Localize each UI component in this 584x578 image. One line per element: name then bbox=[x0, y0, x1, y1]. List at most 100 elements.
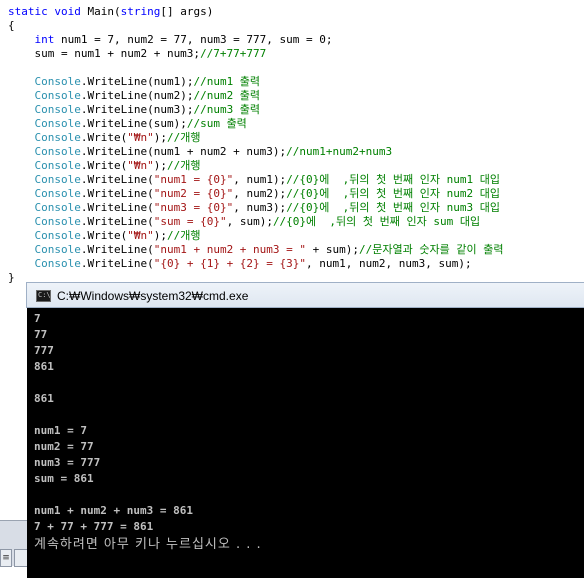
code-token: .Write( bbox=[80, 131, 128, 144]
code-token: num1 = 7, num2 = 77, num3 = 777, sum = 0… bbox=[54, 33, 333, 46]
code-token: .WriteLine( bbox=[80, 215, 154, 228]
code-token: Console bbox=[34, 145, 81, 158]
code-token: [] args) bbox=[160, 5, 214, 18]
cmd-window[interactable]: C:\ C:₩Windows₩system32₩cmd.exe 7 77 777 86… bbox=[26, 282, 584, 578]
code-token: , num3); bbox=[233, 201, 287, 214]
code-token: "{0} + {1} + {2} = {3}" bbox=[153, 257, 307, 270]
console-prompt: 계속하려면 아무 키나 누르십시오 . . . bbox=[34, 537, 262, 552]
code-token: "num1 + num2 + num3 = " bbox=[153, 243, 307, 256]
code-line: sum = num1 + num2 + num3;//7+77+777 bbox=[8, 47, 266, 61]
cmd-title-bar[interactable]: C:\ C:₩Windows₩system32₩cmd.exe bbox=[26, 282, 584, 308]
code-token: Main( bbox=[80, 5, 121, 18]
code-token: .Write( bbox=[80, 229, 128, 242]
code-token: ); bbox=[153, 229, 167, 242]
code-token: "₩n" bbox=[127, 131, 154, 144]
code-token: .WriteLine( bbox=[80, 187, 154, 200]
code-token: ); bbox=[153, 131, 167, 144]
code-token: Console bbox=[34, 229, 81, 242]
code-token: //num3 출력 bbox=[193, 103, 261, 116]
code-token: //sum 출력 bbox=[186, 117, 247, 130]
console-line: 777 bbox=[34, 344, 54, 357]
code-token: ); bbox=[153, 159, 167, 172]
code-token: .WriteLine(num2); bbox=[80, 89, 194, 102]
console-line: 861 bbox=[34, 360, 54, 373]
code-token: //{0}에 ,뒤의 첫 번째 인자 num2 대입 bbox=[286, 187, 500, 200]
code-line: Console.WriteLine("num1 = {0}", num1);//… bbox=[8, 173, 500, 187]
code-line: Console.Write("₩n");//개행 bbox=[8, 159, 201, 173]
code-line: Console.WriteLine(sum);//sum 출력 bbox=[8, 117, 247, 131]
code-token: Console bbox=[34, 173, 81, 186]
code-line: Console.Write("₩n");//개행 bbox=[8, 131, 201, 145]
code-token: //num1+num2+num3 bbox=[286, 145, 393, 158]
code-token: .WriteLine(num1 + num2 + num3); bbox=[80, 145, 287, 158]
code-line: Console.WriteLine(num1);//num1 출력 bbox=[8, 75, 261, 89]
code-line: Console.WriteLine(num2);//num2 출력 bbox=[8, 89, 261, 103]
code-token: //{0}에 ,뒤의 첫 번째 인자 num3 대입 bbox=[286, 201, 500, 214]
code-token: Console bbox=[34, 103, 81, 116]
code-token: //개행 bbox=[166, 131, 201, 144]
code-line: Console.WriteLine("num1 + num2 + num3 = … bbox=[8, 243, 504, 257]
code-token: void bbox=[54, 5, 81, 18]
code-token: Console bbox=[34, 243, 81, 256]
console-line: 77 bbox=[34, 328, 48, 341]
code-token: Console bbox=[34, 75, 81, 88]
code-token: .WriteLine( bbox=[80, 243, 154, 256]
code-token: .WriteLine( bbox=[80, 201, 154, 214]
code-token: Console bbox=[34, 215, 81, 228]
code-token: Console bbox=[34, 131, 81, 144]
cmd-window-title: C:₩Windows₩system32₩cmd.exe bbox=[57, 289, 249, 303]
code-line: Console.WriteLine("{0} + {1} + {2} = {3}… bbox=[8, 257, 472, 271]
code-token: //7+77+777 bbox=[200, 47, 267, 60]
code-line: } bbox=[8, 271, 15, 285]
code-token: //{0}에 ,뒤의 첫 번째 인자 num1 대입 bbox=[286, 173, 500, 186]
code-token: "num1 = {0}" bbox=[153, 173, 234, 186]
code-token: .WriteLine(num1); bbox=[80, 75, 194, 88]
tab-scroll-button[interactable]: ≡ bbox=[0, 549, 12, 567]
code-token: string bbox=[120, 5, 161, 18]
code-token: sum = num1 + num2 + num3; bbox=[8, 47, 201, 60]
code-token: "sum = {0}" bbox=[153, 215, 227, 228]
code-token: , num2); bbox=[233, 187, 287, 200]
code-line: Console.WriteLine("sum = {0}", sum);//{0… bbox=[8, 215, 481, 229]
code-token: , sum); bbox=[226, 215, 273, 228]
code-line: Console.Write("₩n");//개행 bbox=[8, 229, 201, 243]
code-token: .Write( bbox=[80, 159, 128, 172]
code-editor[interactable]: static void Main(string[] args) { int num… bbox=[0, 0, 584, 290]
console-line: 7 + 77 + 777 = 861 bbox=[34, 520, 154, 533]
code-token: } bbox=[8, 271, 15, 284]
code-token: Console bbox=[34, 159, 81, 172]
code-line: int num1 = 7, num2 = 77, num3 = 777, sum… bbox=[8, 33, 333, 47]
console-line: num1 + num2 + num3 = 861 bbox=[34, 504, 193, 517]
code-token: //문자열과 숫자를 같이 출력 bbox=[359, 243, 504, 256]
console-line: num2 = 77 bbox=[34, 440, 94, 453]
cmd-icon: C:\ bbox=[36, 290, 51, 302]
code-token: //개행 bbox=[166, 229, 201, 242]
console-line: 7 bbox=[34, 312, 41, 325]
code-token: , num1); bbox=[233, 173, 287, 186]
code-token: //num2 출력 bbox=[193, 89, 261, 102]
code-token: .WriteLine( bbox=[80, 173, 154, 186]
code-token: Console bbox=[34, 257, 81, 270]
code-token: static bbox=[8, 5, 48, 18]
code-line: { bbox=[8, 19, 15, 33]
code-token: //{0}에 ,뒤의 첫 번째 인자 sum 대입 bbox=[272, 215, 481, 228]
code-token: .WriteLine( bbox=[80, 257, 154, 270]
code-token: { bbox=[8, 19, 15, 32]
code-token: .WriteLine(sum); bbox=[80, 117, 187, 130]
code-token: "₩n" bbox=[127, 229, 154, 242]
console-line: sum = 861 bbox=[34, 472, 94, 485]
console-line: 861 bbox=[34, 392, 54, 405]
code-token: Console bbox=[34, 117, 81, 130]
code-line: Console.WriteLine("num2 = {0}", num2);//… bbox=[8, 187, 500, 201]
